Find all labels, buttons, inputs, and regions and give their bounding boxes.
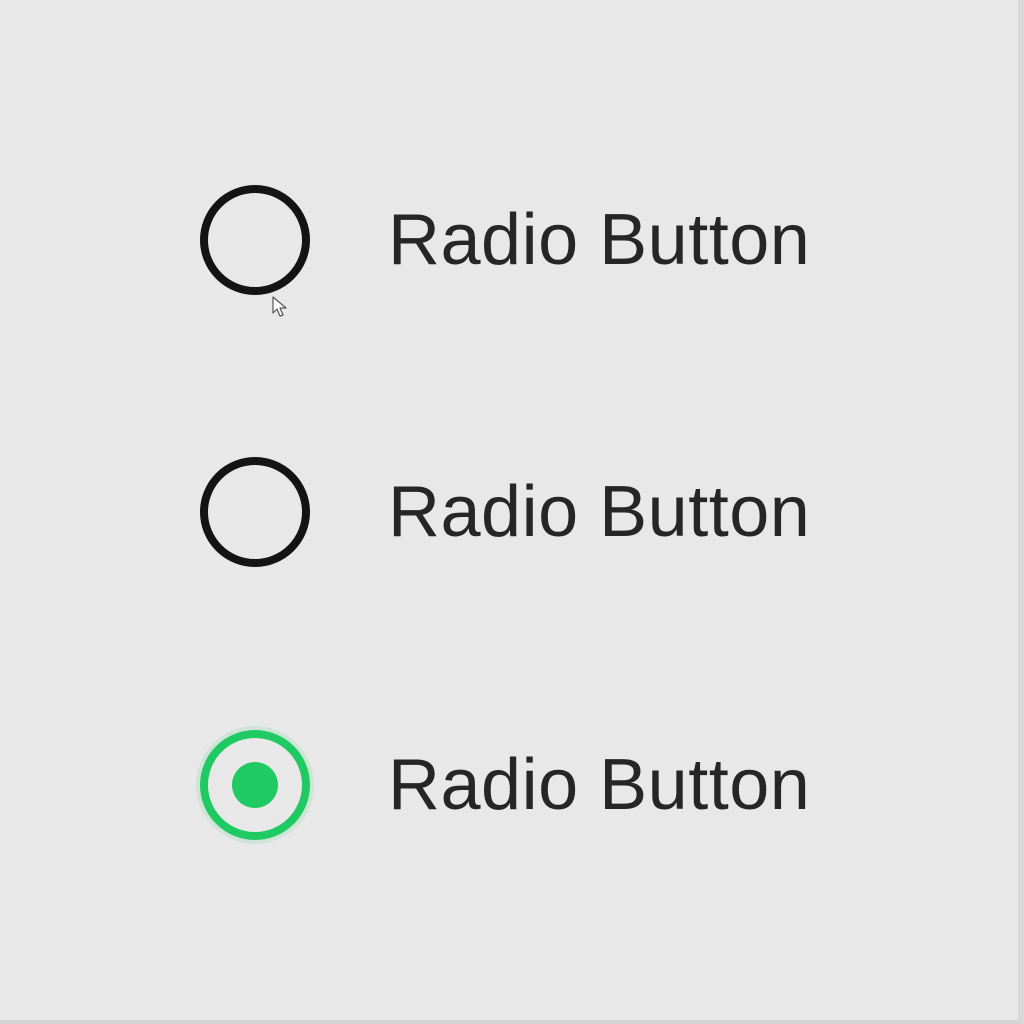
radio-option-1[interactable]: Radio Button [200,180,810,300]
radio-option-label: Radio Button [388,472,811,552]
radio-option-3[interactable]: Radio Button [200,725,810,845]
radio-group-screen: Radio Button Radio Button Radio Button [0,0,1024,1024]
mouse-pointer-icon [272,296,287,317]
radio-unchecked-icon[interactable] [200,185,310,295]
radio-selected-dot [232,762,278,808]
radio-option-label: Radio Button [388,200,811,280]
radio-option-2[interactable]: Radio Button [200,452,810,572]
radio-checked-icon[interactable] [200,730,310,840]
radio-unchecked-icon[interactable] [200,457,310,567]
radio-option-label: Radio Button [388,745,811,825]
